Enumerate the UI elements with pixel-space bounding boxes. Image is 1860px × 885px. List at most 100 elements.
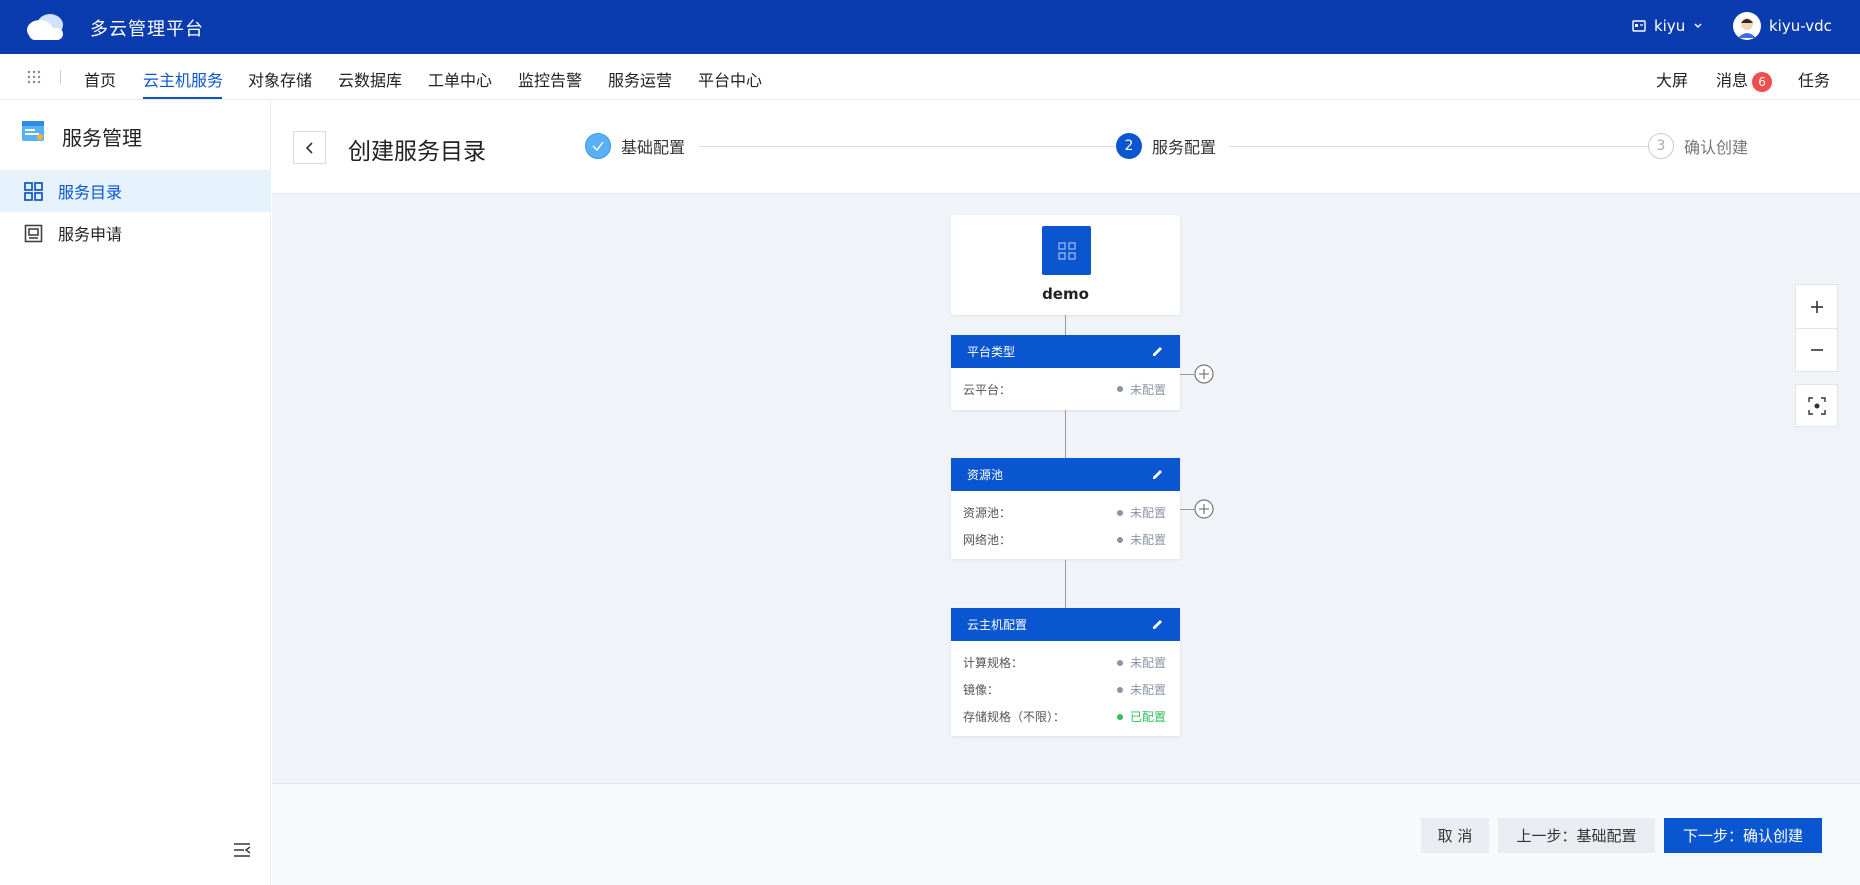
card-row: 网络池： 未配置 — [951, 526, 1180, 553]
nav-item-object-storage[interactable]: 对象存储 — [248, 67, 312, 91]
step-confirm-create: 3 确认创建 — [1648, 133, 1748, 159]
status-dot — [1116, 386, 1123, 392]
sidebar-item-label: 服务目录 — [58, 183, 123, 202]
user-menu[interactable]: kiyu-vdc — [1733, 12, 1832, 40]
card-row: 计算规格： 未配置 — [951, 649, 1180, 676]
row-status: 未配置 — [1129, 656, 1166, 670]
nav-item-cloud-database[interactable]: 云数据库 — [338, 67, 402, 91]
card-resource-pool: 资源池 资源池： 未配置 网络池： 未配置 — [951, 458, 1180, 559]
branch-connector — [1180, 509, 1194, 510]
sidebar-item-service-catalog[interactable]: 服务目录 — [0, 170, 271, 212]
tenant-name: kiyu — [1654, 17, 1686, 35]
row-status: 未配置 — [1129, 506, 1166, 520]
flow-connector — [1065, 315, 1066, 335]
row-label: 云平台： — [963, 382, 1012, 397]
edit-icon[interactable] — [1151, 345, 1164, 358]
step-number: 3 — [1648, 133, 1674, 159]
main-nav: 首页 云主机服务 对象存储 云数据库 工单中心 监控告警 服务运营 平台中心 大… — [0, 54, 1860, 100]
back-button[interactable] — [293, 131, 326, 164]
sidebar-title: 服务管理 — [62, 126, 142, 150]
nav-active-indicator — [143, 97, 222, 99]
card-title: 资源池 — [967, 468, 1004, 482]
add-branch-icon[interactable] — [1194, 499, 1214, 519]
card-header: 平台类型 — [951, 335, 1180, 368]
status-dot — [1116, 686, 1123, 693]
nav-item-platform-center[interactable]: 平台中心 — [698, 67, 762, 91]
status-dot — [1116, 713, 1123, 720]
sidebar-item-label: 服务申请 — [58, 225, 123, 244]
card-header: 云主机配置 — [951, 608, 1180, 641]
card-header: 资源池 — [951, 458, 1180, 491]
page-title: 创建服务目录 — [348, 139, 486, 165]
id-card-icon — [1632, 20, 1646, 32]
step-number: 2 — [1116, 133, 1142, 159]
cancel-button[interactable]: 取 消 — [1421, 818, 1489, 853]
tenant-selector[interactable]: kiyu — [1632, 17, 1703, 35]
fit-view-button[interactable] — [1795, 384, 1838, 427]
check-icon — [585, 133, 611, 159]
sidebar-item-service-request[interactable]: 服务申请 — [0, 212, 271, 254]
edit-icon[interactable] — [1151, 618, 1164, 631]
card-vm-config: 云主机配置 计算规格： 未配置 镜像： 未配置 存储规格（不限）： 已配置 — [951, 608, 1180, 736]
card-platform-type: 平台类型 云平台： 未配置 — [951, 335, 1180, 410]
status-dot — [1116, 659, 1123, 666]
card-row: 存储规格（不限）： 已配置 — [951, 703, 1180, 730]
edit-icon[interactable] — [1151, 468, 1164, 481]
apps-grid-icon[interactable] — [26, 69, 42, 85]
step-connector — [1229, 146, 1653, 147]
root-node-label: demo — [1042, 285, 1089, 303]
messages-label: 消息 — [1716, 71, 1749, 90]
avatar — [1733, 12, 1761, 40]
row-status: 未配置 — [1129, 382, 1166, 397]
user-avatar-icon — [1738, 18, 1756, 38]
row-label: 存储规格（不限）： — [963, 710, 1066, 724]
sidebar: 服务管理 服务目录 服务申请 — [0, 100, 271, 885]
nav-item-home[interactable]: 首页 — [84, 67, 116, 91]
nav-item-service-ops[interactable]: 服务运营 — [608, 67, 672, 91]
flow-connector — [1065, 560, 1066, 608]
zoom-controls — [1795, 284, 1838, 372]
row-status: 已配置 — [1129, 710, 1166, 724]
step-label: 确认创建 — [1684, 138, 1749, 157]
zoom-in-button[interactable] — [1796, 285, 1837, 328]
cloud-logo-icon — [27, 14, 63, 40]
request-form-icon — [24, 224, 43, 243]
zoom-out-button[interactable] — [1796, 328, 1837, 371]
nav-item-ticket-center[interactable]: 工单中心 — [428, 67, 492, 91]
row-label: 资源池： — [963, 506, 1012, 520]
catalog-grid-icon — [24, 182, 43, 201]
plus-icon — [1810, 300, 1823, 313]
top-bar: 多云管理平台 kiyu kiyu-vdc — [0, 0, 1860, 54]
nav-item-cloud-host[interactable]: 云主机服务 — [143, 67, 223, 91]
nav-divider — [60, 70, 61, 84]
fit-view-icon — [1807, 396, 1826, 415]
messages-link[interactable]: 消息 6 — [1716, 67, 1773, 92]
step-label: 基础配置 — [621, 138, 686, 157]
footer-actions: 取 消 上一步：基础配置 下一步：确认创建 — [272, 783, 1860, 885]
row-label: 计算规格： — [963, 656, 1024, 670]
next-step-button[interactable]: 下一步：确认创建 — [1664, 818, 1822, 853]
root-node[interactable]: demo — [951, 215, 1180, 315]
card-title: 平台类型 — [967, 345, 1016, 359]
step-basic-config: 基础配置 — [585, 133, 685, 159]
tasks-link[interactable]: 任务 — [1798, 67, 1830, 91]
page-header: 创建服务目录 基础配置 2 服务配置 3 确认创建 — [272, 100, 1860, 194]
flow-connector — [1065, 410, 1066, 458]
big-screen-link[interactable]: 大屏 — [1656, 67, 1688, 91]
add-branch-icon[interactable] — [1194, 364, 1214, 384]
card-title: 云主机配置 — [967, 618, 1028, 632]
prev-step-button[interactable]: 上一步：基础配置 — [1498, 818, 1655, 853]
row-label: 网络池： — [963, 533, 1012, 547]
step-label: 服务配置 — [1152, 138, 1217, 157]
branch-connector — [1180, 374, 1194, 375]
chevron-left-icon — [305, 141, 313, 154]
nav-item-monitoring[interactable]: 监控告警 — [518, 67, 582, 91]
main-content: 创建服务目录 基础配置 2 服务配置 3 确认创建 demo 平台类型 云平台：… — [272, 100, 1860, 885]
service-management-icon — [22, 121, 44, 141]
flow-canvas[interactable]: demo 平台类型 云平台： 未配置 资源池 资源池： 未配置 网络池： 未配置… — [272, 194, 1860, 783]
collapse-sidebar-icon[interactable] — [232, 840, 252, 860]
service-grid-icon — [1042, 226, 1091, 275]
card-row: 云平台： 未配置 — [951, 368, 1180, 410]
minus-icon — [1810, 349, 1823, 351]
step-service-config: 2 服务配置 — [1116, 133, 1216, 159]
